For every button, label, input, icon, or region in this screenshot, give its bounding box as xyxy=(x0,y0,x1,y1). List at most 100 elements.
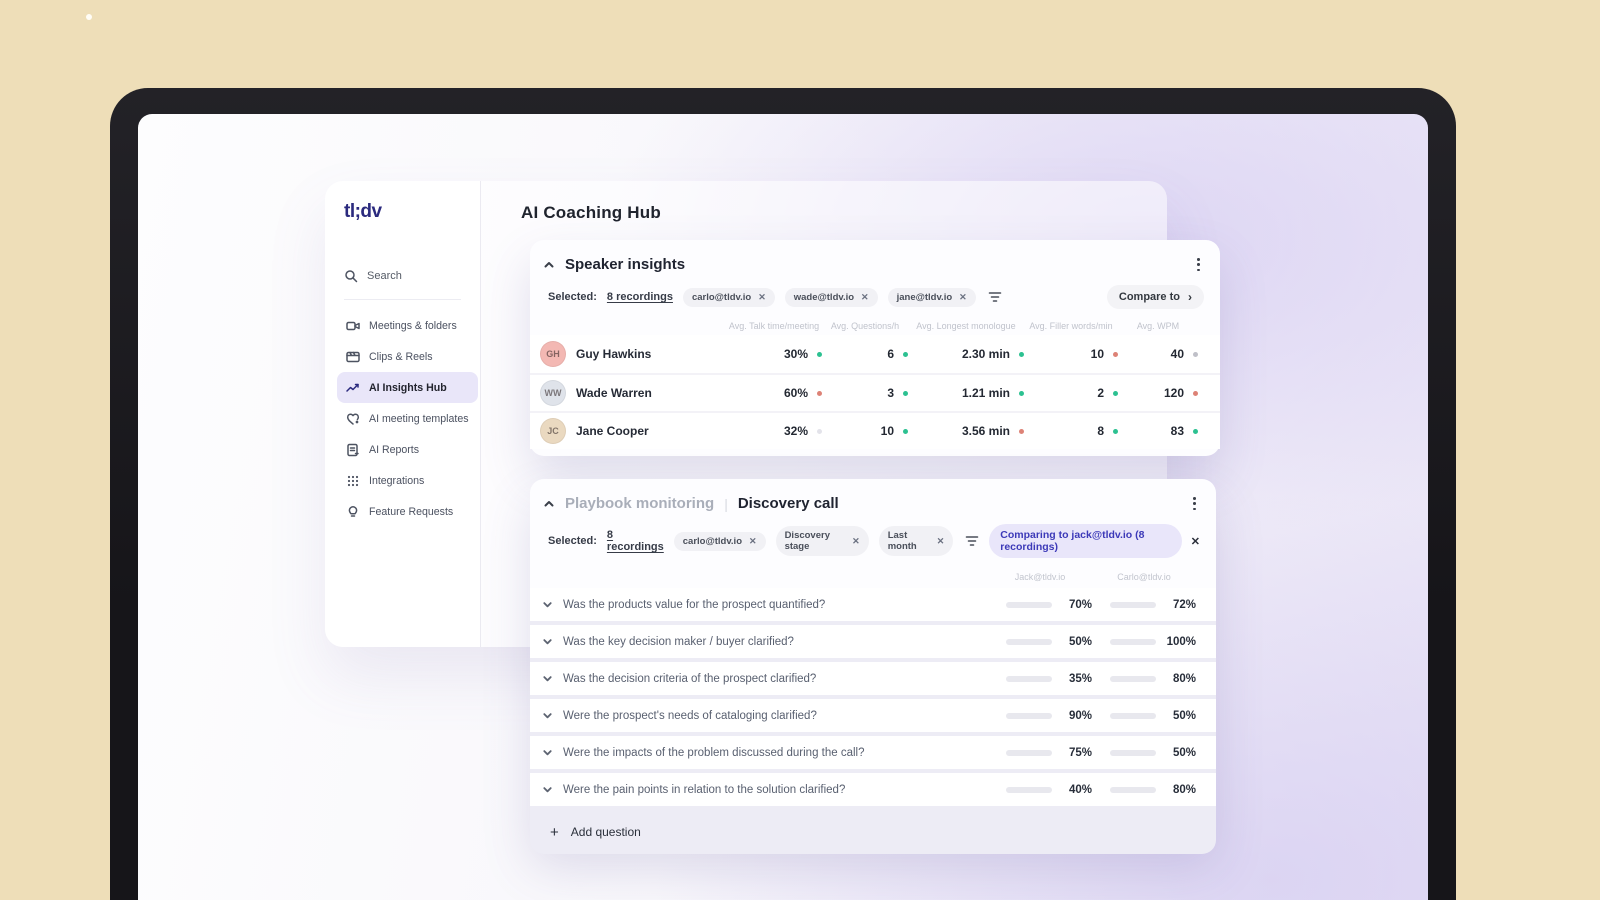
question-row[interactable]: Was the decision criteria of the prospec… xyxy=(530,662,1216,696)
report-document-icon xyxy=(346,443,360,457)
chip-close-icon[interactable]: ✕ xyxy=(852,536,860,547)
filter-funnel-icon[interactable] xyxy=(965,535,979,547)
progress-bar xyxy=(1006,749,1052,756)
chevron-down-icon[interactable] xyxy=(542,636,553,647)
grid-dots-icon xyxy=(346,474,360,488)
percent-value: 75% xyxy=(1068,746,1092,759)
chip-close-icon[interactable]: ✕ xyxy=(758,292,766,303)
sidebar-item-clips-reels[interactable]: Clips & Reels xyxy=(344,341,480,372)
chip-label: carlo@tldv.io xyxy=(691,291,752,303)
sidebar-item-label: AI meeting templates xyxy=(369,412,469,425)
percent-value: 80% xyxy=(1172,672,1196,685)
percent-value: 35% xyxy=(1068,672,1092,685)
playbook-monitoring-card: Playbook monitoring | Discovery call Sel… xyxy=(530,479,1216,855)
playbook-filter-row: Selected: 8 recordings carlo@tldv.io ✕ D… xyxy=(530,514,1216,559)
question-row[interactable]: Was the key decision maker / buyer clari… xyxy=(530,625,1216,659)
filter-chip[interactable]: Last month ✕ xyxy=(878,526,954,557)
chip-label: wade@tldv.io xyxy=(793,291,855,303)
search-icon xyxy=(344,269,358,283)
collapse-chevron-up-icon[interactable] xyxy=(543,498,555,510)
chip-label: Last month xyxy=(887,530,917,553)
metric-value: 3.56 min xyxy=(961,424,1010,439)
comparing-label[interactable]: Comparing to jack@tldv.io (8 recordings) xyxy=(989,524,1182,559)
collapse-chevron-up-icon[interactable] xyxy=(543,259,555,271)
metric-value: 30% xyxy=(783,347,808,362)
chevron-down-icon[interactable] xyxy=(542,747,553,758)
kebab-menu-icon[interactable] xyxy=(1193,254,1204,275)
selected-recordings-link[interactable]: 8 recordings xyxy=(607,291,673,303)
status-dot xyxy=(1193,351,1198,357)
percent-value: 90% xyxy=(1068,709,1092,722)
compare-label: Compare to xyxy=(1118,291,1180,304)
compare-to-button[interactable]: Compare to › xyxy=(1106,285,1204,310)
kebab-menu-icon[interactable] xyxy=(1189,493,1200,514)
sidebar-item-ai-insights-hub[interactable]: AI Insights Hub xyxy=(337,372,478,403)
chip-close-icon[interactable]: ✕ xyxy=(749,536,757,547)
sidebar-item-feature-requests[interactable]: Feature Requests xyxy=(344,496,480,527)
question-row[interactable]: Were the pain points in relation to the … xyxy=(530,773,1216,807)
chip-close-icon[interactable]: ✕ xyxy=(959,292,967,303)
sidebar-nav: Meetings & folders Clips & Reels AI Insi… xyxy=(337,310,480,527)
filter-chip[interactable]: carlo@tldv.io ✕ xyxy=(673,531,766,551)
playbook-columns: Jack@tldv.io Carlo@tldv.io xyxy=(530,558,1216,588)
speaker-name: Jane Cooper xyxy=(576,424,649,439)
speaker-table: GH Guy Hawkins 30% 6 2.30 min 10 40 WW W… xyxy=(530,335,1220,450)
progress-bar xyxy=(1110,601,1156,608)
table-row[interactable]: JC Jane Cooper 32% 10 3.56 min 8 83 xyxy=(530,411,1220,450)
column-header: Avg. Longest monologue xyxy=(916,321,1016,332)
sidebar-item-ai-reports[interactable]: AI Reports xyxy=(344,434,480,465)
comparing-close-icon[interactable]: ✕ xyxy=(1191,535,1200,548)
chip-label: jane@tldv.io xyxy=(896,291,953,303)
sidebar-item-label: AI Insights Hub xyxy=(369,381,447,394)
progress-bar xyxy=(1110,675,1156,682)
chevron-down-icon[interactable] xyxy=(542,673,553,684)
question-row[interactable]: Were the impacts of the problem discusse… xyxy=(530,736,1216,770)
question-text: Were the prospect's needs of cataloging … xyxy=(563,709,817,722)
avatar: GH xyxy=(540,341,566,368)
progress-bar xyxy=(1006,786,1052,793)
playbook-title-muted: Playbook monitoring xyxy=(565,495,715,513)
filter-chip[interactable]: carlo@tldv.io ✕ xyxy=(682,287,775,307)
percent-value: 50% xyxy=(1172,746,1196,759)
question-text: Was the key decision maker / buyer clari… xyxy=(563,635,794,648)
table-row[interactable]: WW Wade Warren 60% 3 1.21 min 2 120 xyxy=(530,373,1220,412)
metric-value: 3 xyxy=(887,386,894,401)
sidebar-item-ai-meeting-templates[interactable]: AI meeting templates xyxy=(344,403,480,434)
sidebar-item-label: Clips & Reels xyxy=(369,350,433,363)
column-header: Avg. Talk time/meeting xyxy=(728,321,820,332)
filter-funnel-icon[interactable] xyxy=(988,291,1002,303)
sidebar-item-meetings-folders[interactable]: Meetings & folders xyxy=(344,310,480,341)
filter-chip[interactable]: jane@tldv.io ✕ xyxy=(887,287,976,307)
sidebar-item-label: Feature Requests xyxy=(369,505,454,518)
search-button[interactable]: Search xyxy=(344,269,480,283)
chevron-down-icon[interactable] xyxy=(542,784,553,795)
chevron-down-icon[interactable] xyxy=(542,599,553,610)
speaker-name: Wade Warren xyxy=(576,386,652,401)
chip-close-icon[interactable]: ✕ xyxy=(937,536,945,547)
question-row[interactable]: Were the prospect's needs of cataloging … xyxy=(530,699,1216,733)
metric-value: 2.30 min xyxy=(961,347,1010,362)
table-row[interactable]: GH Guy Hawkins 30% 6 2.30 min 10 40 xyxy=(530,335,1220,374)
column-header: Carlo@tldv.io xyxy=(1117,572,1171,583)
speaker-name: Guy Hawkins xyxy=(576,347,652,362)
question-row[interactable]: Was the products value for the prospect … xyxy=(530,588,1216,622)
video-camera-icon xyxy=(346,319,360,333)
sidebar: tl;dv Search Meetings & folders Clips & … xyxy=(325,181,481,647)
avatar: WW xyxy=(540,380,566,407)
add-question-label: Add question xyxy=(570,825,641,840)
filter-chip[interactable]: Discovery stage ✕ xyxy=(775,526,869,557)
sidebar-item-integrations[interactable]: Integrations xyxy=(344,465,480,496)
column-header: Avg. Questions/h xyxy=(830,321,900,332)
add-question-button[interactable]: + Add question xyxy=(530,810,1216,854)
metric-value: 120 xyxy=(1163,386,1184,401)
selected-label: Selected: xyxy=(548,291,597,304)
selected-recordings-link[interactable]: 8 recordings xyxy=(607,529,664,553)
progress-bar xyxy=(1110,638,1156,645)
filter-chip[interactable]: wade@tldv.io ✕ xyxy=(784,287,878,307)
chevron-down-icon[interactable] xyxy=(542,710,553,721)
lightbulb-icon xyxy=(346,505,360,519)
speaker-filter-row: Selected: 8 recordings carlo@tldv.io ✕ w… xyxy=(530,275,1220,310)
chip-close-icon[interactable]: ✕ xyxy=(861,292,869,303)
progress-bar xyxy=(1110,712,1156,719)
comparing-chip: Comparing to jack@tldv.io (8 recordings)… xyxy=(989,524,1200,559)
